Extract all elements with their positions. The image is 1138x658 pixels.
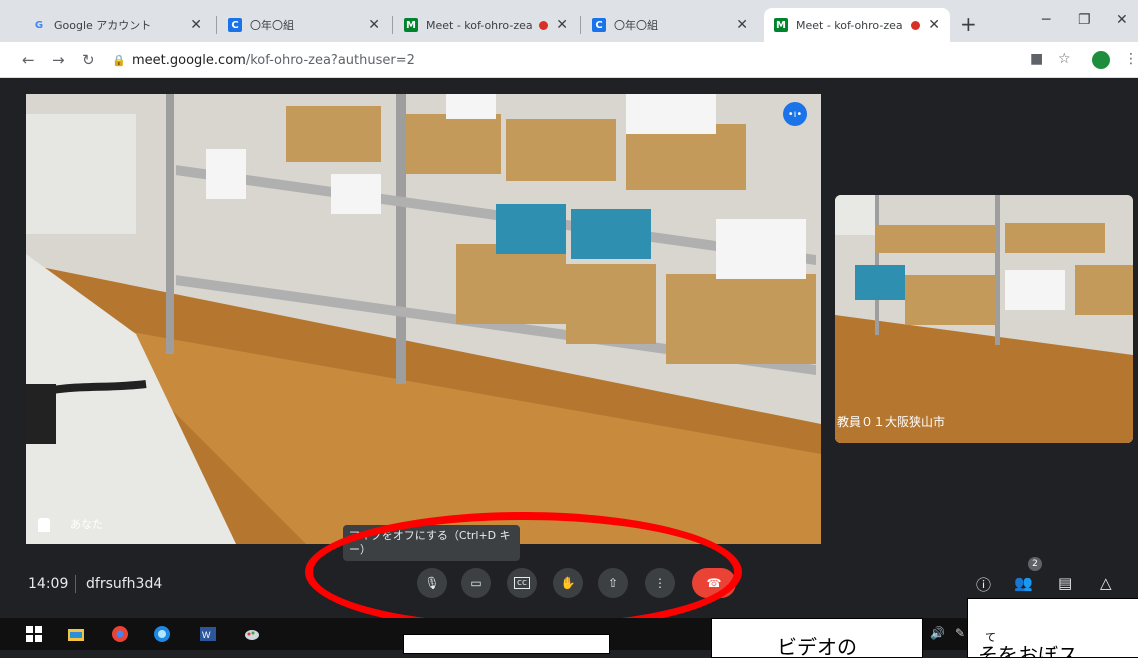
divider <box>75 575 76 593</box>
self-name-label: あなた <box>70 518 103 531</box>
new-tab-button[interactable]: + <box>960 12 977 36</box>
recording-icon <box>539 20 549 30</box>
tab-title: Meet - kof-ohro-zea <box>796 18 903 32</box>
tab-divider <box>216 16 217 34</box>
paint-icon[interactable] <box>244 626 260 642</box>
tab-classroom-1[interactable]: C 〇年〇組 ✕ <box>218 8 390 42</box>
video-frame-room <box>26 94 821 544</box>
word-icon[interactable]: W <box>200 626 216 642</box>
overlay-box-2: ビデオの <box>711 618 923 658</box>
tab-divider <box>580 16 581 34</box>
remote-name-label: 教員０１大阪狭山市 <box>837 415 946 429</box>
tab-meet-active[interactable]: M Meet - kof-ohro-zea ✕ <box>764 8 950 42</box>
reload-icon[interactable]: ↻ <box>82 51 95 69</box>
pen-icon[interactable]: ✎ <box>955 626 965 640</box>
tab-classroom-2[interactable]: C 〇年〇組 ✕ <box>582 8 758 42</box>
tab-strip: G Google アカウント ✕ C 〇年〇組 ✕ M Meet - kof-o… <box>0 0 1138 42</box>
meet-favicon-icon: M <box>774 18 788 32</box>
chrome-icon[interactable] <box>112 626 128 642</box>
overlay-box-1 <box>403 634 610 654</box>
address-bar-row: ← → ↻ 🔒 meet.google.com /kof-ohro-zea?au… <box>0 42 1138 78</box>
recording-icon <box>911 20 921 30</box>
windows-start-icon[interactable] <box>26 626 42 642</box>
meet-favicon-icon: M <box>404 18 418 32</box>
people-icon[interactable]: 👥 <box>1014 574 1033 592</box>
tab-meet-1[interactable]: M Meet - kof-ohro-zea ✕ <box>394 8 578 42</box>
url-path: /kof-ohro-zea?authuser=2 <box>245 52 415 68</box>
participants-count-badge: 2 <box>1028 557 1042 571</box>
back-icon[interactable]: ← <box>22 51 35 69</box>
profile-avatar[interactable] <box>1092 51 1110 69</box>
video-frame-room-remote <box>835 195 1133 443</box>
restore-icon[interactable]: ❐ <box>1078 12 1091 28</box>
edge-icon[interactable] <box>154 626 170 642</box>
mic-indicator-icon <box>38 518 50 532</box>
tab-divider <box>392 16 393 34</box>
bookmark-star-icon[interactable]: ☆ <box>1058 51 1071 67</box>
svg-text:W: W <box>202 630 211 640</box>
forward-icon[interactable]: → <box>52 51 65 69</box>
tab-title: 〇年〇組 <box>250 19 294 32</box>
side-video-tile[interactable]: 教員０１大阪狭山市 <box>835 195 1133 443</box>
meeting-code: dfrsufh3d4 <box>86 576 163 592</box>
url-host: meet.google.com <box>132 52 246 68</box>
file-explorer-icon[interactable] <box>68 626 84 642</box>
close-tab-icon[interactable]: ✕ <box>190 17 202 33</box>
chat-icon[interactable]: ▤ <box>1058 574 1072 592</box>
minimize-icon[interactable]: ─ <box>1042 12 1050 28</box>
classroom-favicon-icon: C <box>228 18 242 32</box>
google-favicon-icon: G <box>34 19 44 31</box>
tab-title: 〇年〇組 <box>614 19 658 32</box>
tab-google-account[interactable]: G Google アカウント ✕ <box>22 8 212 42</box>
close-window-icon[interactable]: ✕ <box>1116 12 1128 28</box>
classroom-favicon-icon: C <box>592 18 606 32</box>
tab-title: Google アカウント <box>54 19 152 32</box>
tab-title: Meet - kof-ohro-zea <box>426 18 533 32</box>
lock-icon: 🔒 <box>112 54 126 67</box>
overlay-box-3: て そをおぼス <box>967 598 1138 658</box>
close-tab-icon[interactable]: ✕ <box>368 17 380 33</box>
annotation-ellipse <box>305 512 742 632</box>
camera-in-use-icon[interactable]: ■ <box>1030 51 1043 67</box>
close-tab-icon[interactable]: ✕ <box>556 17 568 33</box>
overlay-box-3-text: そをおぼス <box>978 643 1078 658</box>
speaking-indicator-icon: •ı• <box>783 102 807 126</box>
main-video-tile[interactable]: あなた •ı• <box>26 94 821 544</box>
volume-icon[interactable]: 🔊 <box>930 626 945 640</box>
menu-icon[interactable]: ⋮ <box>1124 51 1138 67</box>
omnibox[interactable]: 🔒 meet.google.com /kof-ohro-zea?authuser… <box>112 48 1012 72</box>
info-icon[interactable]: ⓘ <box>976 574 991 595</box>
meeting-time: 14:09 <box>28 576 69 592</box>
overlay-box-2-text: ビデオの <box>777 635 857 658</box>
close-tab-icon[interactable]: ✕ <box>928 17 940 33</box>
activities-icon[interactable]: △ <box>1100 574 1112 592</box>
close-tab-icon[interactable]: ✕ <box>736 17 748 33</box>
